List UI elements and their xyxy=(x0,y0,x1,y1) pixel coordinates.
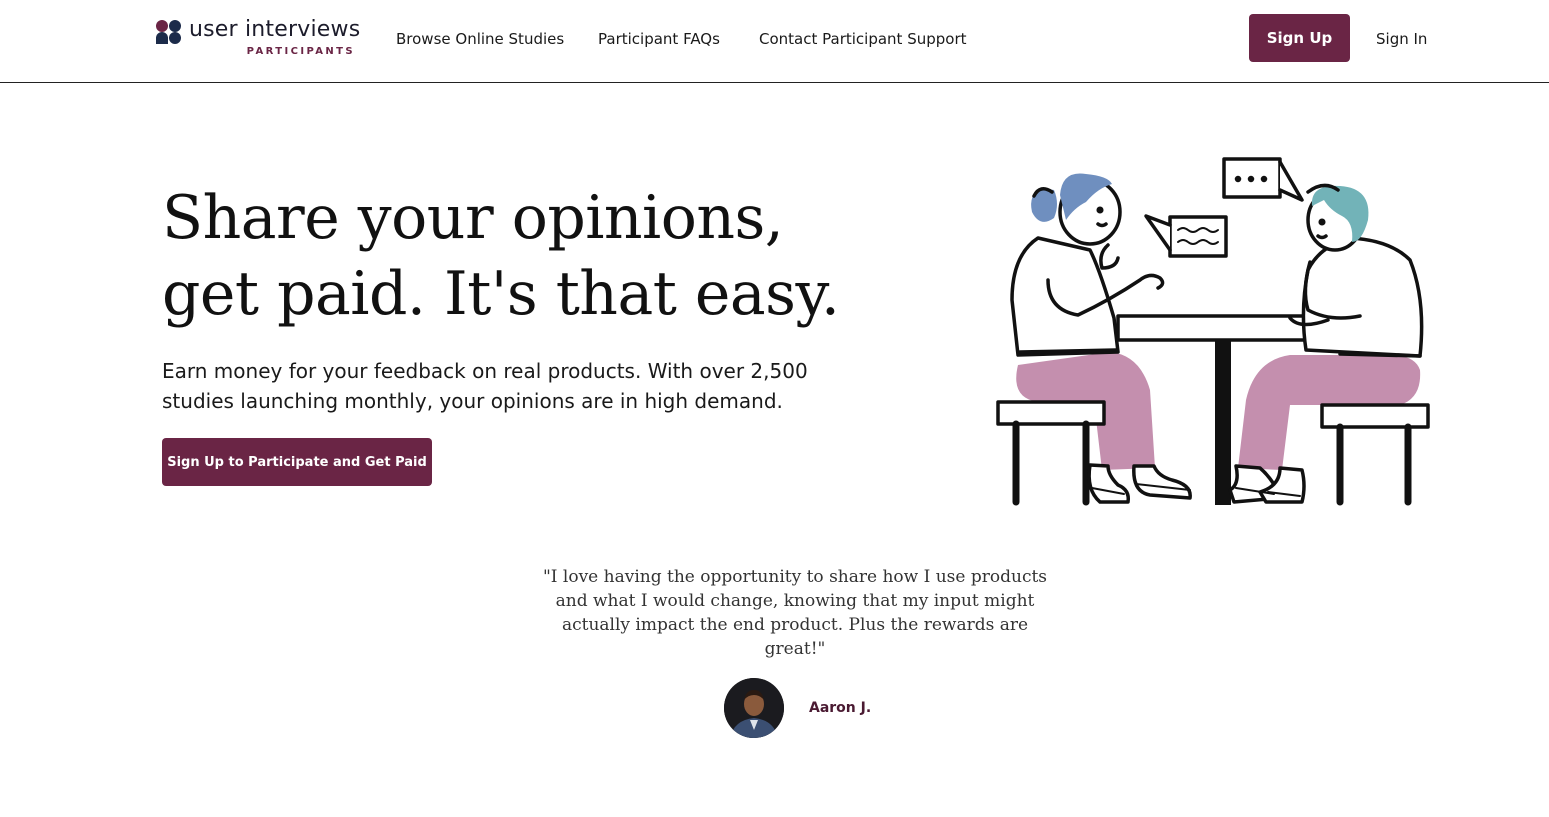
nav-participant-faqs[interactable]: Participant FAQs xyxy=(598,30,720,48)
testimonial-author: Aaron J. xyxy=(809,700,872,716)
hero-subtitle-line-1: Earn money for your feedback on real pro… xyxy=(162,359,808,383)
hero-subtitle: Earn money for your feedback on real pro… xyxy=(162,356,822,416)
site-header: user interviews PARTICIPANTS Browse Onli… xyxy=(0,0,1549,83)
logo-subtitle: PARTICIPANTS xyxy=(246,46,355,57)
nav-browse-online-studies[interactable]: Browse Online Studies xyxy=(396,30,564,48)
logo-text: user interviews xyxy=(189,17,361,42)
hero-subtitle-line-2: studies launching monthly, your opinions… xyxy=(162,389,783,413)
hero-title-line-2: get paid. It's that easy. xyxy=(162,259,840,329)
logo-mark-icon xyxy=(156,20,181,44)
logo[interactable]: user interviews PARTICIPANTS xyxy=(155,17,365,61)
sign-up-button[interactable]: Sign Up xyxy=(1249,14,1350,62)
man-figure-icon xyxy=(1228,183,1430,506)
nav-contact-participant-support[interactable]: Contact Participant Support xyxy=(759,30,967,48)
avatar-portrait-icon xyxy=(724,678,784,738)
hero-title: Share your opinions, get paid. It's that… xyxy=(162,180,882,332)
sign-up-participate-button[interactable]: Sign Up to Participate and Get Paid xyxy=(162,438,432,486)
avatar xyxy=(724,678,784,738)
hero-title-line-1: Share your opinions, xyxy=(162,183,784,253)
testimonial-quote: "I love having the opportunity to share … xyxy=(542,567,1048,659)
hero-illustration xyxy=(996,157,1430,506)
speech-bubble-dots-icon xyxy=(1222,157,1304,202)
sign-in-link[interactable]: Sign In xyxy=(1376,30,1427,48)
speech-bubble-wavy-icon xyxy=(1144,214,1228,258)
